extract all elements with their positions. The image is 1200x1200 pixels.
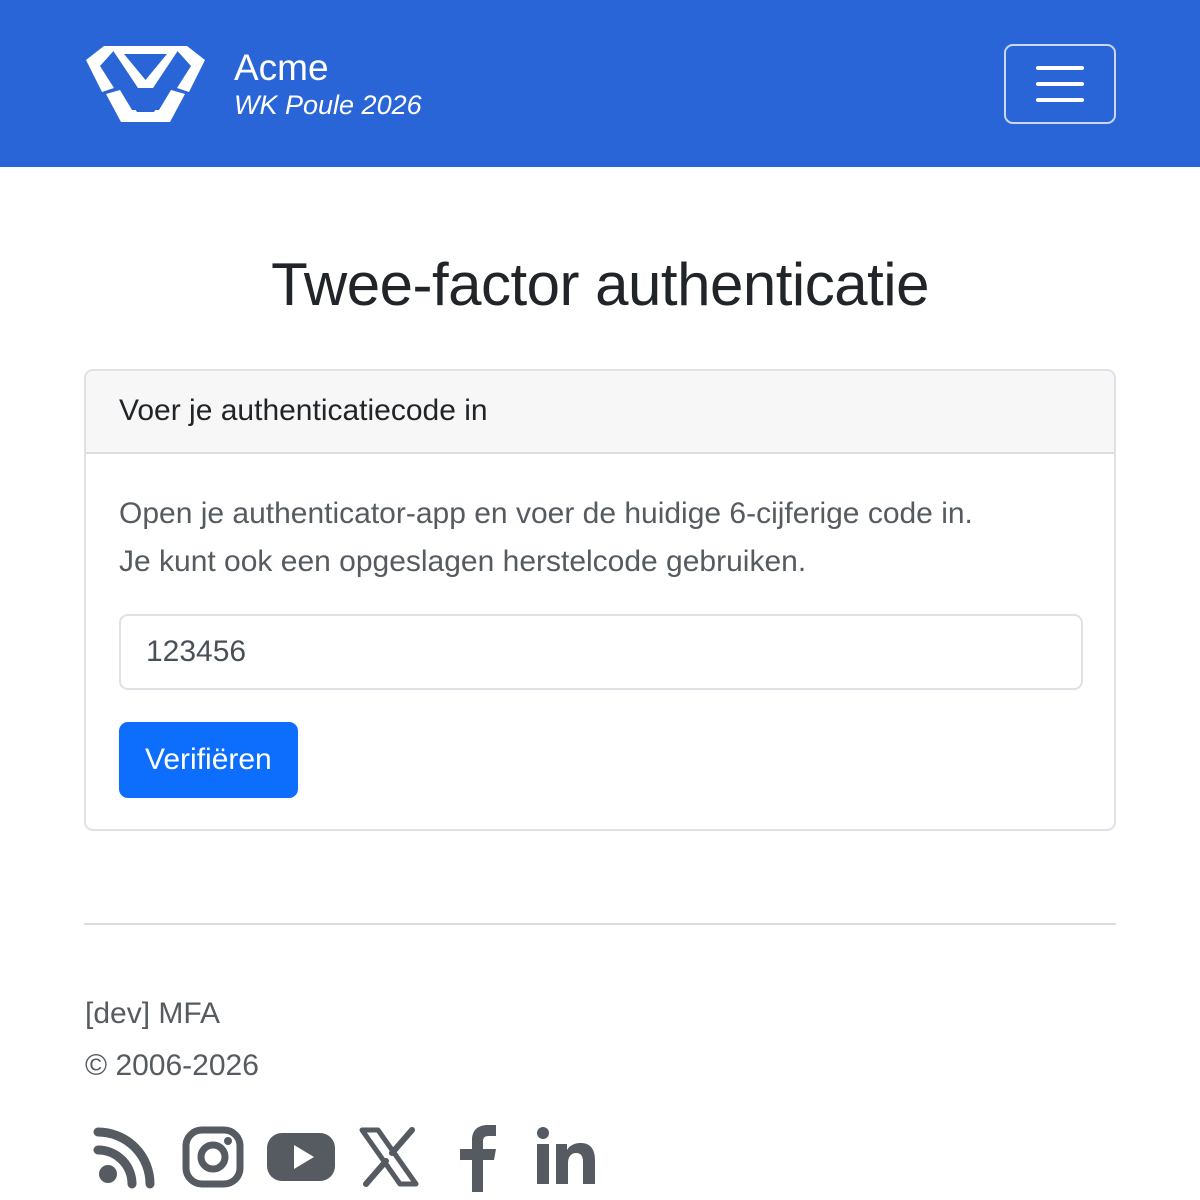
brand-text: Acme WK Poule 2026 [234, 46, 422, 122]
authentication-code-input[interactable] [119, 614, 1083, 690]
rss-icon[interactable] [90, 1122, 160, 1192]
linkedin-icon[interactable] [530, 1122, 600, 1192]
menu-toggle-button[interactable] [1004, 44, 1116, 124]
acme-logo-icon [84, 42, 207, 124]
verify-button[interactable]: Verifiëren [119, 722, 298, 798]
intro-line-1: Open je authenticator-app en voer de hui… [119, 497, 973, 530]
card-header: Voer je authenticatiecode in [86, 371, 1114, 454]
card-intro: Open je authenticator-app en voer de hui… [119, 490, 1079, 586]
navbar: Acme WK Poule 2026 [0, 0, 1200, 167]
youtube-icon[interactable] [266, 1122, 336, 1192]
x-icon[interactable] [354, 1122, 424, 1192]
footer-divider [84, 923, 1116, 925]
facebook-icon[interactable] [442, 1122, 512, 1192]
intro-line-2: Je kunt ook een opgeslagen herstelcode g… [119, 545, 807, 578]
brand-link[interactable]: Acme WK Poule 2026 [84, 42, 422, 124]
instagram-icon[interactable] [178, 1122, 248, 1192]
page-title: Twee-factor authenticatie [271, 251, 929, 318]
copyright-text: © 2006-2026 [85, 1049, 259, 1082]
environment-label: [dev] MFA [85, 997, 221, 1030]
auth-card: Voer je authenticatiecode in Open je aut… [84, 369, 1116, 831]
brand-name: Acme [234, 47, 329, 88]
brand-subtitle: WK Poule 2026 [234, 90, 422, 120]
